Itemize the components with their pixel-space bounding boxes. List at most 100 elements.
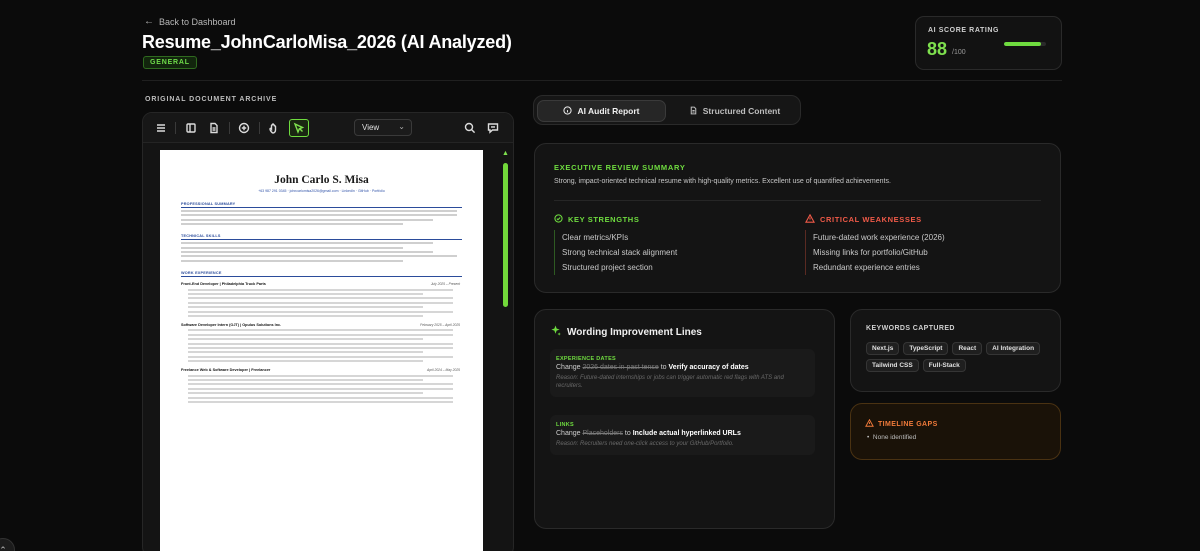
view-mode-select[interactable]: View ⌄ [354, 119, 412, 136]
resume-section-rule [181, 239, 462, 240]
resume-bullet-line [188, 383, 453, 386]
keyword-tag: TypeScript [903, 342, 949, 355]
change-word: Change [556, 430, 581, 437]
resume-bullet-line [188, 338, 423, 341]
resume-text-line [181, 218, 433, 221]
executive-summary: Strong, impact-oriented technical resume… [554, 178, 891, 185]
resume-text-line [181, 223, 403, 226]
check-circle-icon [554, 214, 563, 225]
tab-label: AI Audit Report [577, 106, 640, 116]
select-tool-icon[interactable] [289, 119, 309, 137]
scrollbar-thumb[interactable] [503, 163, 508, 307]
resume-bullet-line [188, 392, 423, 395]
floating-action-button[interactable]: ⌃ [0, 538, 15, 551]
new-wording: Verify accuracy of dates [668, 364, 749, 371]
resume-text-line [181, 246, 403, 249]
resume-bullet-line [188, 329, 453, 332]
report-tabs: AI Audit Report Structured Content [533, 95, 801, 125]
comment-icon[interactable] [486, 121, 500, 135]
resume-page-preview: John Carlo S. Misa +63 987 291 0345 · jo… [160, 150, 483, 551]
sidebar-toggle-icon[interactable] [184, 121, 198, 135]
chevron-down-icon: ⌄ [398, 122, 405, 131]
resume-bullet-line [188, 315, 423, 318]
resume-job-heading: Software Developer Intern (OJT) | Opulus… [181, 323, 460, 327]
resume-job-heading: Front-End Developer | Philadelphia Truck… [181, 282, 460, 286]
timeline-item-text: None identified [872, 434, 917, 441]
wording-heading: Wording Improvement Lines [550, 325, 702, 339]
resume-bullet-line [188, 310, 453, 313]
document-scrollbar[interactable]: ▲ [502, 150, 509, 520]
resume-job-title: Front-End Developer | Philadelphia Truck… [181, 282, 266, 287]
resume-bullet-line [188, 306, 423, 309]
sparkle-icon [550, 325, 561, 339]
resume-bullet-line [188, 374, 453, 377]
wording-reason: Reason: Recruiters need one-click access… [556, 441, 734, 447]
strength-item: Strong technical stack alignment [562, 248, 678, 257]
ai-score-card: AI SCORE RATING 88 /100 [915, 16, 1062, 70]
warning-triangle-icon [805, 213, 815, 225]
wording-change: Change Placeholders to Include actual hy… [556, 430, 809, 437]
timeline-item: • None identified [867, 434, 917, 441]
wording-change: Change 2026 dates in past tense to Verif… [556, 364, 809, 371]
warning-triangle-icon [865, 418, 874, 429]
menu-icon[interactable] [154, 121, 168, 135]
resume-bullet-line [188, 387, 453, 390]
keyword-tag: React [952, 342, 983, 355]
arrow-left-icon: ← [144, 16, 154, 27]
score-value: 88 [927, 39, 948, 59]
new-wording: Include actual hyperlinked URLs [632, 430, 741, 437]
tab-label: Structured Content [702, 106, 781, 116]
wording-reason: Reason: Future-dated internships or jobs… [556, 375, 784, 389]
resume-bullet-line [188, 333, 453, 336]
score-max: /100 [952, 49, 966, 56]
back-label: Back to Dashboard [159, 16, 236, 27]
resume-section-heading: PROFESSIONAL SUMMARY [181, 202, 236, 206]
resume-job-title: Freelance Web & Software Developer | Fre… [181, 368, 271, 373]
page-title: Resume_JohnCarloMisa_2026 (AI Analyzed) [142, 32, 512, 52]
change-word: Change [556, 364, 581, 371]
resume-text-line [181, 242, 433, 245]
page-icon[interactable] [207, 121, 221, 135]
resume-bullet-line [188, 378, 423, 381]
keyword-tag: Full-Stack [922, 359, 966, 372]
resume-job-date: February 2025 – April 2025 [420, 323, 460, 328]
resume-section-heading: TECHNICAL SKILLS [181, 234, 221, 239]
zoom-in-icon[interactable] [237, 121, 251, 135]
tab-structured-content[interactable]: Structured Content [670, 100, 799, 122]
strength-item: Structured project section [562, 263, 653, 272]
resume-job-date: April 2024 – May 2025 [427, 368, 460, 373]
weaknesses-title: CRITICAL WEAKNESSES [820, 215, 922, 224]
strengths-heading: KEY STRENGTHS [554, 214, 639, 225]
resume-contact: +63 987 291 0345 · johncarlomisa2026@gma… [258, 189, 385, 193]
timeline-gaps-card: TIMELINE GAPS • None identified [850, 403, 1061, 460]
toolbar-divider [175, 122, 176, 134]
back-to-dashboard-link[interactable]: ← Back to Dashboard [144, 16, 236, 27]
weaknesses-heading: CRITICAL WEAKNESSES [805, 213, 922, 225]
info-icon [563, 105, 573, 117]
toolbar-divider [229, 122, 230, 134]
resume-section-heading: WORK EXPERIENCE [181, 270, 222, 275]
keywords-card: KEYWORDS CAPTURED Next.js TypeScript Rea… [850, 309, 1061, 392]
wording-improvements-card: Wording Improvement Lines EXPERIENCE DAT… [534, 309, 835, 529]
keyword-tag: AI Integration [986, 342, 1041, 355]
timeline-title: TIMELINE GAPS [878, 420, 938, 428]
resume-bullet-line [188, 396, 453, 399]
wording-category: LINKS [556, 422, 574, 428]
keyword-tags: Next.js TypeScript React AI Integration … [866, 342, 1056, 372]
resume-job-title: Software Developer Intern (OJT) | Opulus… [181, 323, 282, 328]
resume-section-rule [181, 207, 462, 208]
hand-tool-icon[interactable] [267, 121, 281, 135]
tab-ai-audit-report[interactable]: AI Audit Report [537, 100, 666, 122]
keyword-tag: Next.js [866, 342, 900, 355]
scroll-up-icon[interactable]: ▲ [502, 150, 509, 157]
resume-text-line [181, 209, 457, 212]
wording-category: EXPERIENCE DATES [556, 356, 617, 362]
resume-bullet-line [188, 351, 423, 354]
resume-bullet-line [188, 360, 423, 363]
resume-bullet-line [188, 342, 453, 345]
search-icon[interactable] [463, 121, 477, 135]
category-badge: GENERAL [143, 56, 197, 69]
executive-review-card: EXECUTIVE REVIEW SUMMARY Strong, impact-… [534, 143, 1061, 293]
document-viewer: View ⌄ John Carlo S. Misa +63 987 291 03… [142, 112, 514, 551]
keywords-title: KEYWORDS CAPTURED [866, 325, 955, 332]
